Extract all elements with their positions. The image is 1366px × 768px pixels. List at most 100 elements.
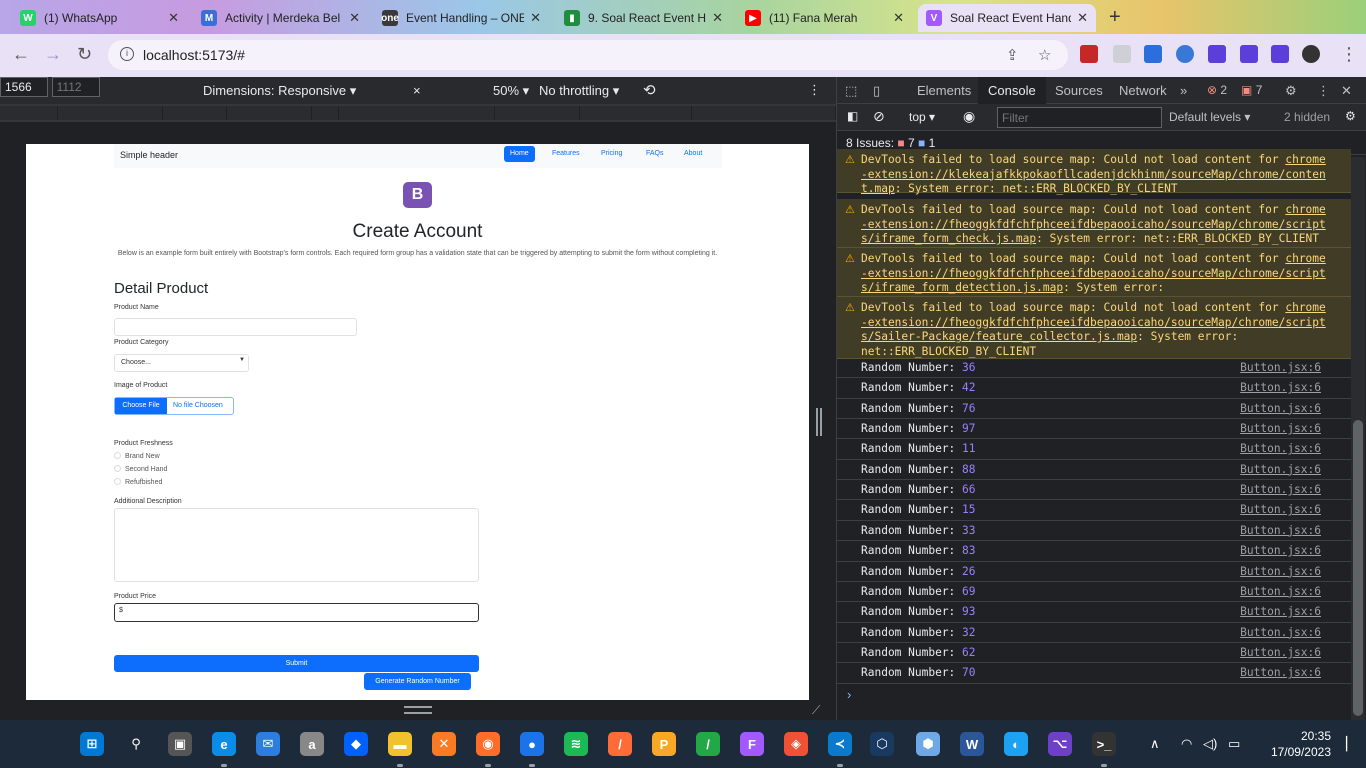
extension-pen-icon[interactable] — [1176, 45, 1194, 63]
media-control-icon[interactable] — [1240, 45, 1258, 63]
figma-icon[interactable]: F — [740, 732, 764, 756]
media-query-segment[interactable] — [339, 106, 495, 120]
postman-icon[interactable]: / — [608, 732, 632, 756]
error-count-badge[interactable]: ⊗ 2 — [1207, 83, 1227, 97]
live-expression-eye-icon[interactable]: ◉ — [963, 108, 975, 125]
more-tabs-icon[interactable]: » — [1180, 83, 1187, 98]
media-query-segment[interactable] — [312, 106, 339, 120]
search-icon[interactable]: ⚲ — [124, 732, 148, 756]
log-source-link[interactable]: Button.jsx:6 — [1240, 565, 1321, 578]
settings-gear-icon[interactable]: ⚙ — [1285, 83, 1297, 99]
nav-features[interactable]: Features — [546, 146, 586, 162]
explorer-icon[interactable]: ▬ — [388, 732, 412, 756]
resize-handle-corner[interactable]: ⟋ — [812, 703, 826, 717]
radio-second-hand[interactable]: Second Hand — [114, 465, 167, 473]
nav-home[interactable]: Home — [504, 146, 535, 162]
reload-icon[interactable]: ↻ — [77, 44, 92, 65]
log-source-link[interactable]: Button.jsx:6 — [1240, 442, 1321, 455]
description-textarea[interactable] — [114, 508, 479, 582]
firefox-icon[interactable]: ◉ — [476, 732, 500, 756]
log-source-link[interactable]: Button.jsx:6 — [1240, 524, 1321, 537]
task-view-icon[interactable]: ▣ — [168, 732, 192, 756]
log-source-link[interactable]: Button.jsx:6 — [1240, 381, 1321, 394]
device-height-input[interactable] — [51, 77, 100, 97]
battery-icon[interactable]: ▭ — [1228, 736, 1240, 752]
submit-button[interactable]: Submit — [114, 655, 479, 672]
log-source-link[interactable]: Button.jsx:6 — [1240, 402, 1321, 415]
device-width-input[interactable] — [0, 77, 48, 97]
site-info-icon[interactable]: i — [120, 47, 134, 61]
profile-avatar[interactable] — [1302, 45, 1320, 63]
media-query-segment[interactable] — [163, 106, 227, 120]
browser-tab[interactable]: one Event Handling – ONE ✕ — [374, 4, 549, 32]
xampp-icon[interactable]: ✕ — [432, 732, 456, 756]
nav-faqs[interactable]: FAQs — [640, 146, 670, 162]
devtools-menu-icon[interactable]: ⋮ — [1317, 83, 1330, 99]
log-source-link[interactable]: Button.jsx:6 — [1240, 422, 1321, 435]
edge-icon[interactable]: e — [212, 732, 236, 756]
tray-chevron-up-icon[interactable]: ∧ — [1150, 736, 1160, 752]
product-category-select[interactable]: Choose... ▼ — [114, 354, 249, 372]
log-source-link[interactable]: Button.jsx:6 — [1240, 585, 1321, 598]
sidebar-toggle-icon[interactable]: ◧ — [847, 109, 858, 123]
log-source-link[interactable]: Button.jsx:6 — [1240, 463, 1321, 476]
nav-pricing[interactable]: Pricing — [595, 146, 628, 162]
console-settings-gear-icon[interactable]: ⚙ — [1345, 109, 1356, 123]
volume-icon[interactable]: ◁) — [1203, 736, 1217, 752]
media-query-segment[interactable] — [495, 106, 580, 120]
generate-random-number-button[interactable]: Generate Random Number — [364, 673, 471, 690]
close-devtools-icon[interactable]: ✕ — [1341, 83, 1352, 99]
browser-menu-icon[interactable]: ⋮ — [1340, 44, 1358, 65]
throttling-dropdown[interactable]: No throttling ▾ — [539, 83, 619, 99]
log-source-link[interactable]: Button.jsx:6 — [1240, 483, 1321, 496]
resize-handle-bottom[interactable] — [404, 706, 432, 714]
extension-gray-icon[interactable] — [1113, 45, 1131, 63]
inspect-icon[interactable]: ⬚ — [845, 83, 857, 99]
log-source-link[interactable]: Button.jsx:6 — [1240, 503, 1321, 516]
rotate-icon[interactable]: ⟲ — [643, 81, 656, 99]
device-menu-icon[interactable]: ⋮ — [808, 82, 821, 98]
terminal-icon[interactable]: >_ — [1092, 732, 1116, 756]
notes-app-icon[interactable]: / — [696, 732, 720, 756]
media-query-segment[interactable] — [58, 106, 163, 120]
bluetooth-app-icon[interactable]: ◐ — [1004, 732, 1028, 756]
close-tab-icon[interactable]: ✕ — [712, 10, 723, 26]
spotify-icon[interactable]: ≋ — [564, 732, 588, 756]
word-app-icon[interactable]: W — [960, 732, 984, 756]
file-input[interactable]: Choose File No file Choosen — [114, 397, 234, 415]
media-query-segment[interactable] — [0, 106, 58, 120]
media-query-segment[interactable] — [227, 106, 312, 120]
radio-refurbished[interactable]: Refufbished — [114, 478, 162, 486]
log-source-link[interactable]: Button.jsx:6 — [1240, 361, 1321, 374]
box-app-icon[interactable]: ⬢ — [916, 732, 940, 756]
issues-button[interactable]: 8 Issues: ■ 7 ■ 1 — [846, 136, 935, 150]
system-clock[interactable]: 20:35 17/09/2023 — [1255, 728, 1331, 760]
product-name-input[interactable] — [114, 318, 357, 336]
bookmark-star-icon[interactable]: ☆ — [1038, 46, 1051, 64]
log-source-link[interactable]: Button.jsx:6 — [1240, 646, 1321, 659]
resize-handle-right[interactable] — [816, 408, 822, 436]
back-icon[interactable]: ← — [12, 44, 30, 65]
forward-icon[interactable]: → — [44, 44, 62, 65]
nav-about[interactable]: About — [678, 146, 708, 162]
context-selector[interactable]: top ▾ — [909, 110, 935, 124]
log-source-link[interactable]: Button.jsx:6 — [1240, 666, 1321, 679]
tab-network[interactable]: Network — [1119, 83, 1167, 98]
choose-file-button[interactable]: Choose File — [115, 398, 167, 414]
start-icon[interactable]: ⊞ — [80, 732, 104, 756]
log-source-link[interactable]: Button.jsx:6 — [1240, 605, 1321, 618]
browser-tab[interactable]: ▶ (11) Fana Merah ✕ — [737, 4, 912, 32]
virtualbox-icon[interactable]: ⬡ — [870, 732, 894, 756]
mail-icon[interactable]: ✉ — [256, 732, 280, 756]
side-panel-icon[interactable] — [1271, 45, 1289, 63]
pinterest-app-icon[interactable]: P — [652, 732, 676, 756]
dimensions-dropdown[interactable]: Dimensions: Responsive ▾ — [203, 83, 356, 99]
store-icon[interactable]: a — [300, 732, 324, 756]
console-prompt[interactable]: › — [847, 687, 851, 702]
wifi-icon[interactable]: ◠ — [1181, 736, 1192, 752]
close-tab-icon[interactable]: ✕ — [893, 10, 904, 26]
header-brand[interactable]: Simple header — [120, 150, 178, 160]
scrollbar-thumb[interactable] — [1353, 420, 1363, 716]
close-tab-icon[interactable]: ✕ — [530, 10, 541, 26]
address-bar[interactable]: i localhost:5173/# ⇪ ☆ — [108, 40, 1068, 70]
